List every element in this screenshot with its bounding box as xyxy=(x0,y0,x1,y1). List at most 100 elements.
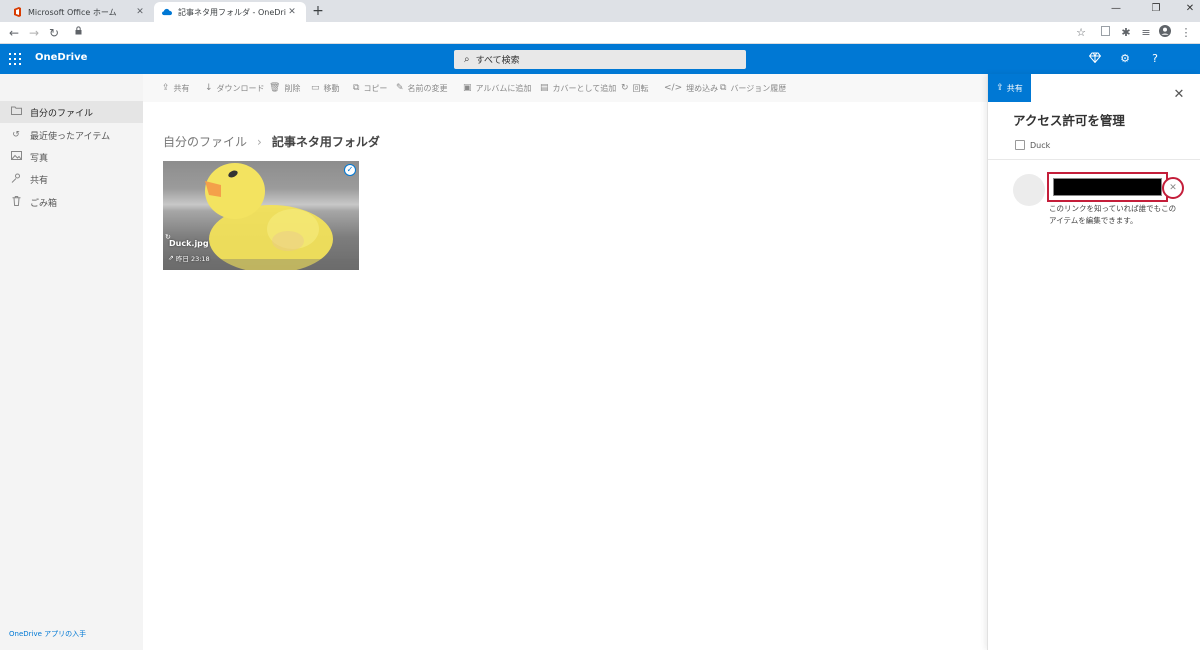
onedrive-cloud-icon xyxy=(162,7,172,17)
search-placeholder: すべて検索 xyxy=(475,56,520,66)
selected-check-icon[interactable]: ✓ xyxy=(344,164,356,176)
nav-item-label: 写真 xyxy=(30,153,49,164)
shared-item-name: Duck xyxy=(1030,140,1051,150)
profile-icon[interactable] xyxy=(1157,25,1173,41)
command-label: 削除 xyxy=(284,83,301,93)
star-icon[interactable]: ☆ xyxy=(1073,25,1089,41)
nav-item-photos[interactable]: 写真 xyxy=(0,146,143,168)
onedrive-header: OneDrive ⌕ すべて検索 ⚙ ? xyxy=(0,44,1200,74)
version-history-command[interactable]: ⧉ バージョン履歴 xyxy=(720,82,786,94)
close-icon[interactable]: ✕ xyxy=(1172,88,1186,102)
breadcrumb-separator: › xyxy=(257,134,262,149)
nav-item-shared[interactable]: 共有 xyxy=(0,168,143,190)
restore-button[interactable]: ❐ xyxy=(1138,0,1174,20)
tab-title: 記事ネタ用フォルダ - OneDrive xyxy=(178,7,286,17)
file-tile-duck[interactable]: ✓ ↻ Duck.jpg ⇗ 昨日 23:18 xyxy=(163,161,359,270)
embed-command[interactable]: </> 埋め込み xyxy=(664,82,718,94)
rename-icon: ✎ xyxy=(396,83,404,93)
redacted-link xyxy=(1053,178,1162,196)
brand-name[interactable]: OneDrive xyxy=(35,52,87,63)
lock-icon[interactable] xyxy=(70,25,86,41)
image-file-icon xyxy=(1015,140,1025,150)
office-icon xyxy=(12,7,22,17)
back-icon[interactable]: ← xyxy=(6,25,22,41)
breadcrumb: 自分のファイル › 記事ネタ用フォルダ xyxy=(163,133,380,150)
download-command[interactable]: ↓ ダウンロード xyxy=(205,82,265,94)
share-icon: ⇪ xyxy=(996,83,1004,93)
puzzle-icon[interactable]: ✱ xyxy=(1118,25,1134,41)
file-name: Duck.jpg xyxy=(169,239,209,248)
breadcrumb-root[interactable]: 自分のファイル xyxy=(163,133,247,150)
share-icon: ⇪ xyxy=(162,83,170,93)
breadcrumb-current: 記事ネタ用フォルダ xyxy=(271,135,380,149)
divider xyxy=(988,159,1200,160)
close-icon[interactable]: ✕ xyxy=(134,7,146,17)
add-to-album-command[interactable]: ▣ アルバムに追加 xyxy=(463,82,531,94)
link-avatar xyxy=(1013,174,1045,206)
search-icon: ⌕ xyxy=(464,54,470,65)
nav-item-label: ごみ箱 xyxy=(30,198,58,209)
command-label: 共有 xyxy=(173,83,190,93)
forward-icon[interactable]: → xyxy=(26,25,42,41)
close-icon: ✕ xyxy=(1169,183,1177,193)
help-icon[interactable]: ? xyxy=(1147,52,1163,68)
command-label: アルバムに追加 xyxy=(475,83,532,93)
nav-item-recycle-bin[interactable]: ごみ箱 xyxy=(0,191,143,213)
command-label: バージョン履歴 xyxy=(730,83,787,93)
move-icon: ▭ xyxy=(311,83,320,93)
extension-page-icon[interactable] xyxy=(1097,25,1113,41)
app-launcher-icon[interactable] xyxy=(9,53,21,65)
command-label: 移動 xyxy=(323,83,340,93)
browser-tab-strip: Microsoft Office ホーム ✕ 記事ネタ用フォルダ - OneDr… xyxy=(0,0,1200,22)
album-icon: ▣ xyxy=(463,83,472,93)
tab-title: Microsoft Office ホーム xyxy=(28,7,117,17)
nav-item-label: 自分のファイル xyxy=(30,108,94,119)
photo-icon xyxy=(10,151,22,163)
reading-list-icon[interactable]: ≡ xyxy=(1138,25,1154,41)
share-command[interactable]: ⇪ 共有 xyxy=(162,82,190,94)
command-bar: ⇪ 共有 ↓ ダウンロード 🗑 削除 ▭ 移動 ⧉ コピー ✎ 名前の変更 ▣ アルバムに追加… xyxy=(143,74,987,102)
move-command[interactable]: ▭ 移動 xyxy=(311,82,340,94)
reload-icon[interactable]: ↻ xyxy=(46,25,62,41)
command-label: コピー xyxy=(363,83,388,93)
copy-icon: ⧉ xyxy=(353,83,360,93)
command-label: 名前の変更 xyxy=(407,83,448,93)
file-modified: 昨日 23:18 xyxy=(175,255,210,263)
add-as-cover-command[interactable]: ▤ カバーとして追加 xyxy=(540,82,616,94)
rename-command[interactable]: ✎ 名前の変更 xyxy=(396,82,448,94)
trash-icon: 🗑 xyxy=(269,83,281,93)
people-icon xyxy=(10,173,22,185)
command-label: カバーとして追加 xyxy=(552,83,617,93)
nav-item-recent[interactable]: ↺ 最近使ったアイテム xyxy=(0,124,143,146)
nav-item-label: 最近使ったアイテム xyxy=(30,131,111,142)
nav-item-my-files[interactable]: 自分のファイル xyxy=(0,101,143,123)
delete-command[interactable]: 🗑 削除 xyxy=(269,82,300,94)
folder-icon xyxy=(10,106,22,118)
browser-tab-office[interactable]: Microsoft Office ホーム ✕ xyxy=(4,2,154,22)
gear-icon[interactable]: ⚙ xyxy=(1117,52,1133,68)
copy-command[interactable]: ⧉ コピー xyxy=(353,82,387,94)
embed-icon: </> xyxy=(664,83,683,93)
get-onedrive-app-link[interactable]: OneDrive アプリの入手 xyxy=(9,629,86,639)
shared-item: Duck xyxy=(1015,140,1050,150)
share-tab-label: 共有 xyxy=(1006,83,1023,93)
premium-diamond-icon[interactable] xyxy=(1087,52,1103,68)
search-input[interactable]: ⌕ すべて検索 xyxy=(454,50,746,69)
close-icon[interactable]: ✕ xyxy=(286,7,298,17)
nav-item-label: 共有 xyxy=(30,175,49,186)
download-icon: ↓ xyxy=(205,83,213,93)
command-label: 回転 xyxy=(632,83,649,93)
rotate-command[interactable]: ↻ 回転 xyxy=(621,82,649,94)
file-meta: ⇗ 昨日 23:18 xyxy=(168,253,210,263)
address-bar: ← → ↻ ☆ ✱ ≡ ⋮ xyxy=(0,22,1200,44)
panel-title: アクセス許可を管理 xyxy=(1013,113,1125,128)
sharing-link-field[interactable] xyxy=(1047,172,1168,202)
share-tab[interactable]: ⇪ 共有 xyxy=(988,74,1031,102)
browser-tab-onedrive[interactable]: 記事ネタ用フォルダ - OneDrive ✕ xyxy=(154,2,306,22)
remove-link-button[interactable]: ✕ xyxy=(1162,177,1184,199)
more-menu-icon[interactable]: ⋮ xyxy=(1178,25,1194,41)
shared-icon: ⇗ xyxy=(168,254,174,262)
window-close-button[interactable]: ✕ xyxy=(1172,0,1200,20)
new-tab-button[interactable]: + xyxy=(310,3,326,19)
minimize-button[interactable]: — xyxy=(1098,0,1134,20)
